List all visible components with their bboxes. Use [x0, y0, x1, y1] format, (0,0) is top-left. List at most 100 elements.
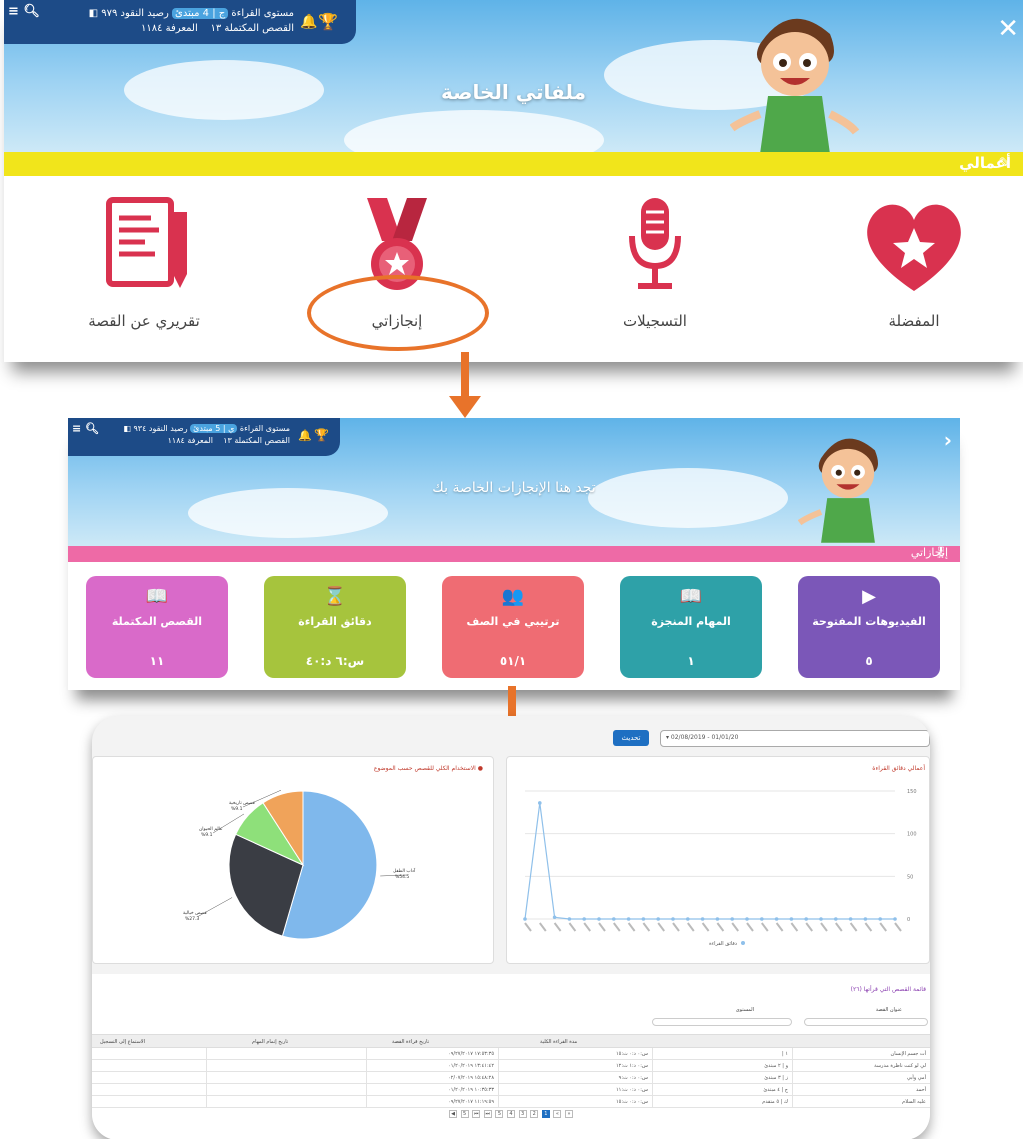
achievements-panel: ≡ 🔍︎ 🏆 🔔 مستوى القراءة ي | 5 مبتدئ رصيد …: [68, 418, 960, 690]
table-header-row: مدة القراءة الكلية تاريخ قراءة القصة تار…: [92, 1034, 930, 1048]
page-button[interactable]: 3: [518, 1110, 527, 1118]
slice-name-label: قصص تاريخية: [229, 801, 255, 806]
x-tick-label: [761, 922, 769, 932]
update-button[interactable]: تحديث: [613, 730, 649, 746]
status-line-2: القصص المكتملة ١٣ المعرفة ١١٨٤: [167, 436, 290, 445]
prev-page-button[interactable]: «: [553, 1110, 562, 1118]
first-page-button[interactable]: »: [564, 1110, 573, 1118]
stat-card-reading-minutes[interactable]: ⌛ دقائق القراءة س:٦ د:٤٠: [264, 576, 406, 678]
page-button[interactable]: 5: [495, 1110, 504, 1118]
x-tick-label: [894, 922, 902, 932]
close-icon[interactable]: ✕: [997, 14, 1019, 44]
trophy-icon: 🏆: [318, 12, 338, 31]
pagination: ◀ 5 ⏮ ⏭ 5 4 3 2 1 « »: [92, 1110, 930, 1118]
slice-value-label: %27.3: [185, 916, 199, 922]
line-chart-title: أعمالي دقائق القراءة: [872, 765, 925, 772]
x-tick-label: [731, 922, 739, 932]
title-filter-input[interactable]: [804, 1018, 928, 1026]
kid-mascot-illustration: [798, 438, 878, 543]
x-tick-label: [820, 922, 828, 932]
stat-card-class-rank[interactable]: 👥 ترتيبي في الصف ٥١/١: [442, 576, 584, 678]
slice-value-label: %54.5: [395, 874, 409, 880]
x-tick-label: [716, 922, 725, 932]
slice-name-label: آداب الطفل: [393, 868, 416, 874]
next-page-button[interactable]: ⏭: [483, 1110, 492, 1118]
x-tick-label: [879, 922, 888, 932]
y-tick-label: 50: [907, 874, 913, 880]
page-button[interactable]: 4: [507, 1110, 515, 1118]
x-tick-label: [805, 922, 814, 932]
status-box: ≡ 🔍︎ 🏆 🔔 مستوى القراءة ي | 5 مبتدئ رصيد …: [68, 418, 340, 456]
page-size-value[interactable]: 5: [460, 1110, 469, 1118]
header-banner: ≡ 🔍︎ 🏆 🔔 مستوى القراءة ي | 5 مبتدئ رصيد …: [68, 418, 960, 546]
level-filter-input[interactable]: [652, 1018, 792, 1026]
table-row[interactable]: أمي وأبي ز | ٣ مبتدئ س:٠ د:٠ ث:٩ ١٥:٤٨:٢…: [92, 1072, 930, 1084]
x-tick-label: [672, 922, 680, 932]
data-point: [538, 801, 542, 805]
heart-star-icon: [867, 204, 961, 291]
data-point: [863, 917, 868, 921]
kid-mascot-illustration: [730, 18, 860, 152]
open-book-icon: 📖: [145, 586, 169, 607]
page-button-active[interactable]: 1: [541, 1110, 550, 1118]
table-row[interactable]: أت جسم الإنسان ١ | س:٠ د:٠ ث:١٥ ١٧:٥٣:٣٥…: [92, 1048, 930, 1060]
page-size-select[interactable]: ◀: [449, 1110, 458, 1118]
page-title: ملفاتي الخاصة: [441, 80, 586, 104]
column-header[interactable]: عنوان القصة: [876, 1007, 902, 1013]
x-tick-label: [553, 922, 562, 932]
x-tick-label: [746, 922, 754, 932]
report-pencil-icon: [106, 197, 187, 288]
table-title: قائمة القصص التي قرأتها (٢٦): [850, 986, 926, 993]
my-files-panel: ≡ 🔍︎ 🏆 🔔 مستوى القراءة ج | 4 مبتدئ رصيد …: [4, 0, 1023, 362]
data-point: [582, 917, 586, 921]
menu-search-button[interactable]: ≡ 🔍︎: [8, 4, 40, 19]
tile-label: التسجيلات: [623, 312, 687, 330]
line-chart-card: أعمالي دقائق القراءة 0 50 100 150 دقائق القر…: [506, 756, 930, 964]
stat-card-completed-stories[interactable]: 📖 القصص المكتملة ١١: [86, 576, 228, 678]
tile-story-report[interactable]: تقريري عن القصة: [44, 196, 244, 346]
status-line-1: مستوى القراءة ي | 5 مبتدئ رصيد النقود ٩٣…: [123, 424, 290, 433]
tile-label: تقريري عن القصة: [88, 312, 200, 330]
header-banner: ≡ 🔍︎ 🏆 🔔 مستوى القراءة ج | 4 مبتدئ رصيد …: [4, 0, 1023, 152]
stat-card-videos[interactable]: ▶ الفيديوهات المفتوحة ٥: [798, 576, 940, 678]
data-point: [893, 917, 897, 921]
slice-name-label: عالم الحيوان: [199, 827, 223, 832]
book-check-icon: 📖: [679, 586, 703, 607]
page-button[interactable]: 2: [530, 1110, 539, 1118]
my-work-tiles: المفضلة التسجيلات إنجازاتي تقريري عن الق…: [4, 176, 1023, 362]
my-work-bar: ✎ أعمالي: [4, 152, 1023, 176]
last-page-button[interactable]: ⏮: [472, 1110, 481, 1118]
line-chart: 0 50 100 150 دقائق القراءة: [523, 789, 917, 947]
table-row[interactable]: لي لو كنت ناظرة مدرسة و | ٢ مبتدئ س:٠ د:…: [92, 1060, 930, 1072]
stat-card-tasks[interactable]: 📖 المهام المنجزة ١: [620, 576, 762, 678]
status-line-2: القصص المكتملة ١٣ المعرفة ١١٨٤: [140, 23, 294, 34]
microphone-icon: [629, 198, 681, 289]
trophy-icon: 🏆: [314, 428, 329, 442]
x-tick-label: [538, 922, 547, 932]
tile-favorites[interactable]: المفضلة: [814, 196, 1014, 346]
x-tick-label: [790, 922, 799, 932]
table-row[interactable]: عليه السلام ك | ٥ متقدم س:٠ د:٠ ث:١٥ ١١:…: [92, 1096, 930, 1108]
data-point: [552, 915, 557, 920]
menu-search-button[interactable]: ≡ 🔍︎: [72, 422, 99, 435]
x-tick-label: [613, 922, 621, 932]
series-line: [524, 802, 895, 920]
x-tick-label: [657, 922, 665, 932]
tile-label: المفضلة: [888, 312, 940, 330]
play-icon: ▶: [862, 586, 876, 607]
reports-panel: ▾ 02/08/2019 - 01/01/20 تحديث ● الاستخدا…: [92, 716, 930, 1139]
stories-table: قائمة القصص التي قرأتها (٢٦) عنوان القصة…: [92, 974, 930, 1139]
bell-icon[interactable]: 🔔: [298, 429, 312, 442]
x-tick-label: [568, 922, 577, 932]
chevron-right-icon[interactable]: ›: [944, 428, 952, 452]
data-point: [848, 917, 853, 921]
tile-recordings[interactable]: التسجيلات: [555, 196, 755, 346]
highlight-ring: [307, 275, 489, 351]
table-row[interactable]: أحمد ج | ٤ مبتدئ س:٠ د:٠ ث:١١ ١٠:٣٥:٣٣ ٠…: [92, 1084, 930, 1096]
x-tick-label: [642, 922, 651, 932]
bell-icon[interactable]: 🔔: [300, 14, 317, 30]
data-point: [671, 917, 675, 921]
column-header[interactable]: المستوى: [736, 1007, 754, 1013]
date-range-input[interactable]: ▾ 02/08/2019 - 01/01/20: [660, 730, 930, 747]
data-point: [626, 917, 631, 921]
